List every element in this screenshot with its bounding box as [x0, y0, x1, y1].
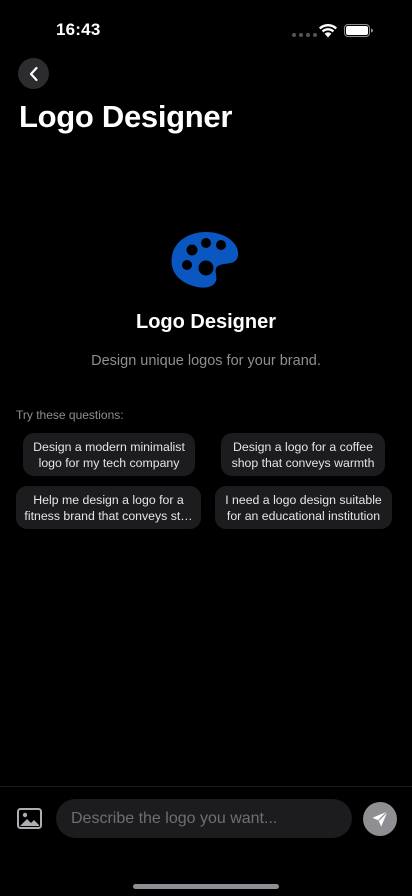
image-icon[interactable]: [17, 808, 42, 829]
composer-bar: [0, 786, 412, 896]
suggestion-chip[interactable]: Design a modern minimalist logo for my t…: [23, 433, 195, 476]
hero-subtitle: Design unique logos for your brand.: [91, 353, 321, 369]
battery-icon: [344, 24, 373, 37]
status-time: 16:43: [56, 20, 101, 39]
suggestion-chip[interactable]: Help me design a logo for a fitness bran…: [16, 486, 201, 529]
suggestion-text: Design a modern minimalist logo for my t…: [33, 439, 185, 470]
suggestions-label: Try these questions:: [16, 408, 124, 422]
home-indicator: [133, 884, 279, 889]
suggestion-chip[interactable]: I need a logo design suitable for an edu…: [215, 486, 392, 529]
suggestion-text: Design a logo for a coffee shop that con…: [231, 439, 375, 470]
chevron-left-icon: [29, 66, 38, 81]
suggestion-text: I need a logo design suitable for an edu…: [225, 492, 382, 523]
palette-icon: [171, 232, 239, 288]
page-title: Logo Designer: [19, 99, 233, 134]
back-button[interactable]: [18, 58, 49, 89]
send-icon: [372, 811, 388, 827]
message-input[interactable]: [56, 799, 352, 838]
suggestion-text: Help me design a logo for a fitness bran…: [24, 492, 193, 523]
send-button[interactable]: [363, 802, 397, 836]
cellular-signal-icon: [292, 33, 317, 37]
status-bar: 16:43: [0, 0, 412, 56]
wifi-icon: [319, 23, 337, 38]
suggestion-chip[interactable]: Design a logo for a coffee shop that con…: [221, 433, 385, 476]
hero-title: Logo Designer: [135, 311, 276, 333]
